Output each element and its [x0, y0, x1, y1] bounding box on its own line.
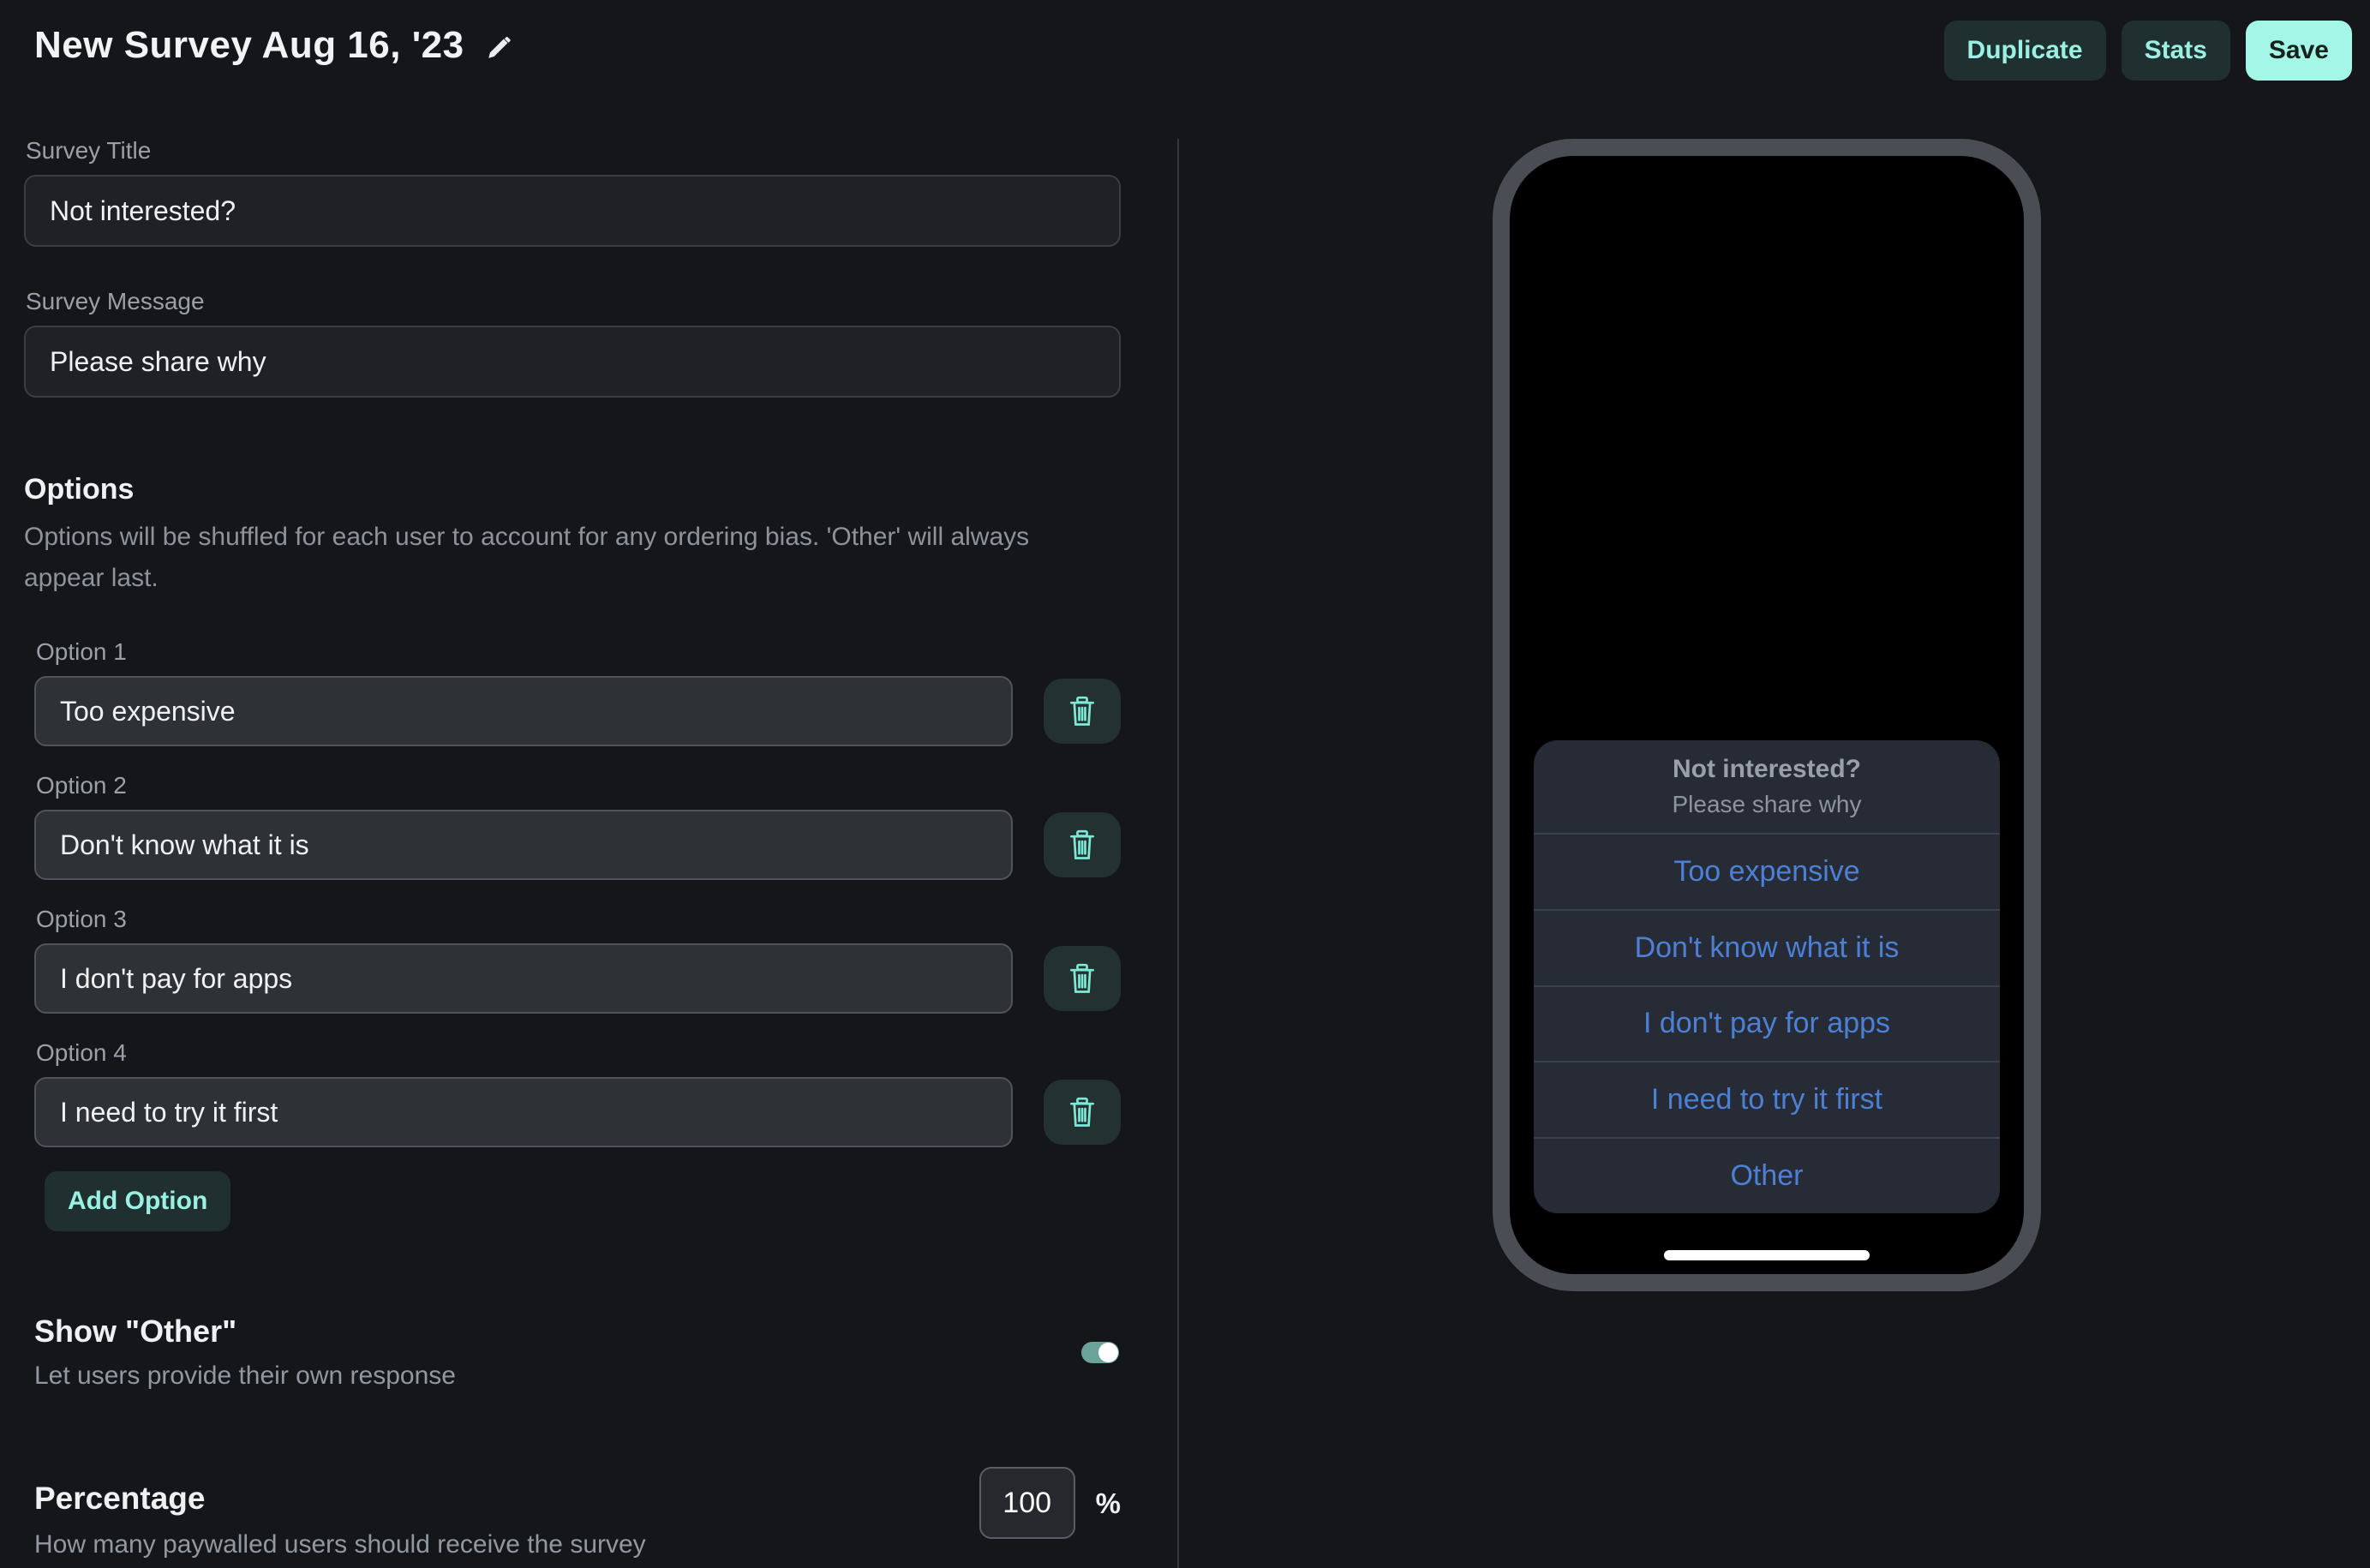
percentage-row: Percentage How many paywalled users shou… [34, 1467, 1121, 1559]
dialog-option-1[interactable]: Too expensive [1534, 833, 2000, 909]
option-1-label: Option 1 [36, 638, 1121, 666]
percentage-description: How many paywalled users should receive … [34, 1530, 646, 1559]
option-row [34, 1077, 1121, 1147]
show-other-row: Show "Other" Let users provide their own… [34, 1314, 1119, 1391]
delete-option-1-button[interactable] [1044, 679, 1121, 744]
add-option-button[interactable]: Add Option [45, 1171, 230, 1231]
percentage-input[interactable] [979, 1467, 1075, 1539]
option-row [34, 676, 1121, 746]
page-title: New Survey Aug 16, '23 [34, 24, 464, 67]
save-button[interactable]: Save [2246, 21, 2352, 81]
show-other-description: Let users provide their own response [34, 1362, 456, 1391]
show-other-heading: Show "Other" [34, 1314, 456, 1350]
option-row [34, 943, 1121, 1014]
delete-option-4-button[interactable] [1044, 1080, 1121, 1145]
dialog-title: Not interested? [1673, 755, 1861, 784]
dialog-option-other[interactable]: Other [1534, 1137, 2000, 1213]
trash-icon [1066, 961, 1098, 996]
show-other-text: Show "Other" Let users provide their own… [34, 1314, 456, 1391]
dialog-option-4[interactable]: I need to try it first [1534, 1061, 2000, 1137]
dialog-option-2[interactable]: Don't know what it is [1534, 909, 2000, 985]
options-description: Options will be shuffled for each user t… [24, 517, 1065, 599]
percent-sign: % [1096, 1487, 1121, 1520]
dialog-option-3[interactable]: I don't pay for apps [1534, 985, 2000, 1062]
toggle-knob [1098, 1343, 1118, 1362]
header-actions: Duplicate Stats Save [1944, 21, 2352, 81]
option-row [34, 810, 1121, 880]
delete-option-3-button[interactable] [1044, 946, 1121, 1011]
phone-preview: Not interested? Please share why Too exp… [1493, 139, 2041, 1291]
trash-icon [1066, 693, 1098, 729]
option-3-label: Option 3 [36, 906, 1121, 933]
option-4-label: Option 4 [36, 1039, 1121, 1067]
dialog-message: Please share why [1672, 791, 1861, 818]
panel-divider [1177, 139, 1179, 1568]
percentage-heading: Percentage [34, 1481, 646, 1517]
home-indicator [1664, 1250, 1870, 1260]
option-1-input[interactable] [34, 676, 1013, 746]
option-2-label: Option 2 [36, 772, 1121, 799]
option-3-input[interactable] [34, 943, 1013, 1014]
survey-preview-dialog: Not interested? Please share why Too exp… [1534, 740, 2000, 1213]
option-2-input[interactable] [34, 810, 1013, 880]
survey-message-label: Survey Message [26, 288, 1121, 315]
show-other-toggle[interactable] [1081, 1342, 1119, 1363]
options-list: Option 1 Option 2 Option 3 [34, 638, 1121, 1231]
delete-option-2-button[interactable] [1044, 812, 1121, 877]
stats-button[interactable]: Stats [2122, 21, 2230, 81]
survey-title-input[interactable] [24, 175, 1121, 247]
dialog-header: Not interested? Please share why [1534, 740, 2000, 833]
option-4-input[interactable] [34, 1077, 1013, 1147]
survey-editor-page: New Survey Aug 16, '23 Duplicate Stats S… [0, 0, 2370, 1568]
survey-form: Survey Title Survey Message Options Opti… [24, 137, 1121, 1391]
survey-message-input[interactable] [24, 326, 1121, 398]
trash-icon [1066, 1094, 1098, 1130]
duplicate-button[interactable]: Duplicate [1944, 21, 2106, 81]
trash-icon [1066, 827, 1098, 863]
header: New Survey Aug 16, '23 [34, 24, 514, 67]
options-heading: Options [24, 473, 1121, 506]
percentage-text: Percentage How many paywalled users shou… [34, 1467, 646, 1559]
survey-title-label: Survey Title [26, 137, 1121, 165]
edit-pencil-icon[interactable] [485, 33, 514, 62]
